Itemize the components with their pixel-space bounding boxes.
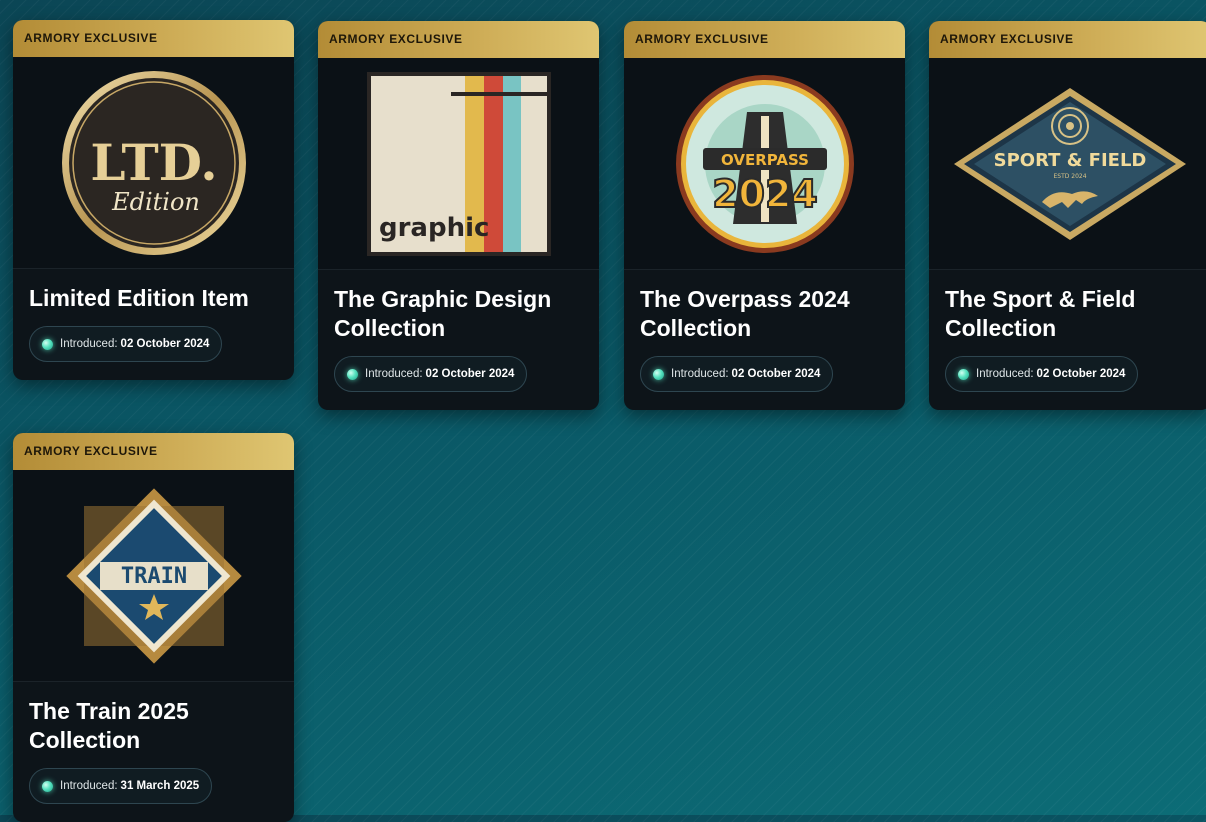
introduced-date: 31 March 2025 (120, 780, 200, 792)
card-title: The Train 2025 Collection (29, 698, 189, 753)
collection-card-overpass-2024[interactable]: ARMORY EXCLUSIVE OVERPASS 2024 The Overp… (624, 21, 905, 410)
collection-card-graphic-design[interactable]: ARMORY EXCLUSIVE graphic The Graphic Des… (318, 21, 599, 410)
card-title: The Sport & Field Collection (945, 286, 1136, 341)
svg-text:LTD.: LTD. (90, 133, 217, 192)
status-dot-icon (42, 780, 53, 792)
svg-text:2024: 2024 (712, 172, 818, 216)
introduced-date-pill: Introduced: 02 October 2024 (334, 356, 528, 392)
introduced-label: Introduced: (671, 368, 729, 380)
introduced-label: Introduced: (976, 368, 1034, 380)
card-title: The Graphic Design Collection (334, 286, 552, 341)
introduced-label: Introduced: (60, 338, 118, 350)
armory-exclusive-badge: ARMORY EXCLUSIVE (624, 21, 905, 58)
svg-text:ESTD 2024: ESTD 2024 (1053, 173, 1086, 180)
collection-card-train-2025[interactable]: ARMORY EXCLUSIVE TRAIN The Train 2025 Co… (13, 433, 294, 822)
introduced-date: 02 October 2024 (120, 338, 210, 350)
ltd-edition-icon: LTD. Edition (13, 57, 294, 269)
card-title: The Overpass 2024 Collection (640, 286, 850, 341)
armory-exclusive-badge: ARMORY EXCLUSIVE (318, 21, 599, 58)
sport-field-icon: SPORT & FIELD ESTD 2024 (929, 58, 1206, 270)
svg-text:graphic: graphic (379, 213, 489, 243)
armory-exclusive-badge: ARMORY EXCLUSIVE (13, 433, 294, 470)
train-2025-icon: TRAIN (13, 470, 294, 682)
introduced-date-pill: Introduced: 31 March 2025 (29, 768, 213, 804)
introduced-label: Introduced: (60, 780, 118, 792)
svg-text:OVERPASS: OVERPASS (721, 151, 809, 169)
card-title: Limited Edition Item (29, 285, 249, 311)
introduced-label: Introduced: (365, 368, 423, 380)
status-dot-icon (653, 368, 664, 380)
introduced-date-pill: Introduced: 02 October 2024 (945, 356, 1139, 392)
collection-card-sport-field[interactable]: ARMORY EXCLUSIVE SPORT & FIELD ESTD 2024… (929, 21, 1206, 410)
armory-exclusive-badge: ARMORY EXCLUSIVE (13, 20, 294, 57)
graphic-design-icon: graphic (318, 58, 599, 270)
introduced-date-pill: Introduced: 02 October 2024 (640, 356, 834, 392)
svg-text:TRAIN: TRAIN (120, 564, 186, 589)
status-dot-icon (958, 368, 969, 380)
introduced-date: 02 October 2024 (425, 368, 515, 380)
introduced-date: 02 October 2024 (1036, 368, 1126, 380)
armory-exclusive-badge: ARMORY EXCLUSIVE (929, 21, 1206, 58)
introduced-date: 02 October 2024 (731, 368, 821, 380)
overpass-2024-icon: OVERPASS 2024 (624, 58, 905, 270)
introduced-date-pill: Introduced: 02 October 2024 (29, 326, 223, 362)
status-dot-icon (42, 338, 53, 350)
svg-text:Edition: Edition (111, 188, 200, 216)
svg-text:SPORT & FIELD: SPORT & FIELD (994, 150, 1147, 171)
collection-card-limited-edition[interactable]: ARMORY EXCLUSIVE LTD. Edition Limited Ed… (13, 20, 294, 380)
status-dot-icon (347, 368, 358, 380)
